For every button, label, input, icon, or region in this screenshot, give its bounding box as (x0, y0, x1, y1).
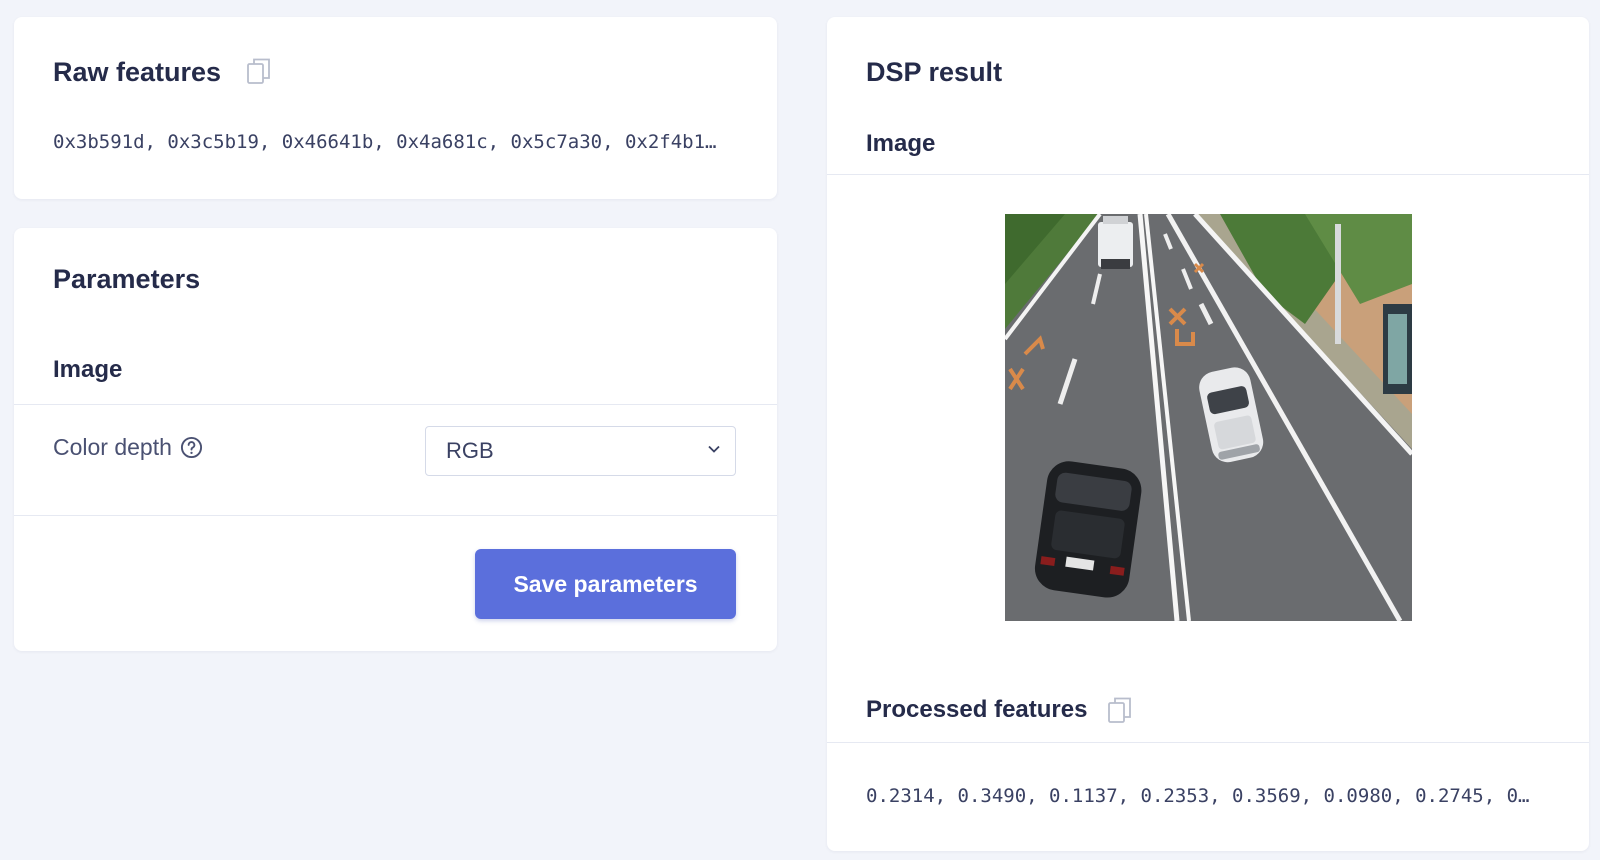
processed-features-value: 0.2314, 0.3490, 0.1137, 0.2353, 0.3569, … (866, 787, 1530, 806)
copy-icon[interactable] (246, 57, 272, 85)
processed-divider (827, 742, 1589, 743)
dsp-result-card: DSP result Image Processed features 0.23… (827, 17, 1589, 851)
chevron-down-icon (708, 445, 720, 453)
image-section-heading: Image (53, 356, 123, 383)
save-parameters-button[interactable]: Save parameters (475, 549, 736, 619)
raw-features-value: 0x3b591d, 0x3c5b19, 0x46641b, 0x4a681c, … (53, 133, 717, 152)
footer-divider (14, 515, 777, 516)
processed-features-title: Processed features (866, 696, 1088, 723)
raw-features-title: Raw features (53, 57, 222, 87)
color-depth-label-row: Color depth (53, 434, 203, 461)
help-circle-icon[interactable] (180, 436, 203, 459)
parameters-title: Parameters (53, 264, 201, 294)
color-depth-value: RGB (446, 438, 494, 463)
road-scene-image (1005, 214, 1412, 621)
parameters-card: Parameters Image Color depth RGB Save pa… (14, 228, 777, 651)
color-depth-label: Color depth (53, 434, 172, 460)
raw-features-card: Raw features 0x3b591d, 0x3c5b19, 0x46641… (14, 17, 777, 199)
dsp-result-title: DSP result (866, 57, 1003, 87)
image-divider (827, 174, 1589, 175)
dsp-image-preview (1005, 214, 1412, 621)
image-heading: Image (866, 130, 936, 157)
section-divider (14, 404, 777, 405)
color-depth-select[interactable]: RGB (425, 426, 736, 476)
copy-icon[interactable] (1107, 696, 1133, 724)
